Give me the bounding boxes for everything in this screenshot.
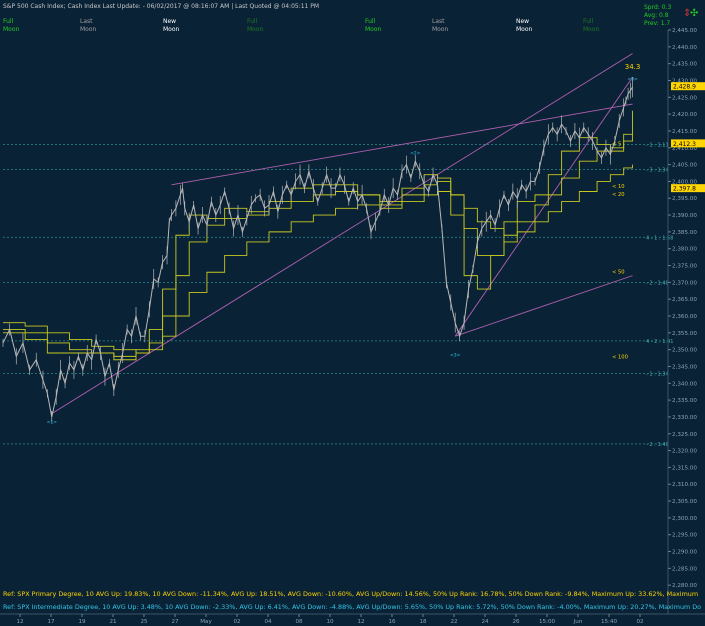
price-tag-label: 2,428.9 — [673, 84, 696, 91]
y-tick-label: 2,325.00 — [672, 432, 697, 438]
x-tick-label: 21 — [109, 619, 117, 625]
x-tick-label: 19 — [78, 619, 86, 625]
pivot-label: - 3 : 1:34 — [646, 168, 669, 174]
x-tick-label: 10 — [326, 619, 334, 625]
moving-average-line — [3, 164, 633, 354]
ma-label: < 100 — [612, 355, 628, 361]
y-tick-label: 2,380.00 — [672, 247, 697, 253]
y-tick-label: 2,440.00 — [672, 45, 697, 51]
x-tick-label: 15:40 — [601, 619, 618, 625]
y-tick-label: 2,315.00 — [672, 465, 697, 471]
x-tick-label: 27 — [171, 619, 179, 625]
y-tick-label: 2,300.00 — [672, 516, 697, 522]
y-tick-label: 2,285.00 — [672, 566, 697, 572]
pivot-lines: - 1 : 1:11 - 3 : 1:34 4 - 1 : 1:58 - 2 : 1:… — [3, 142, 673, 448]
ma-label: < 50 — [612, 270, 625, 276]
wave-marks: <1> <2> <3> <3> 34.3 < 5 < 10 < 20 < 50 < 100 — [47, 63, 641, 426]
x-tick-label: 18 — [419, 619, 427, 625]
x-tick-label: 02 — [233, 619, 240, 625]
y-tick-label: 2,350.00 — [672, 348, 697, 354]
price-tag-label: 2,397.8 — [673, 186, 696, 193]
y-tick-label: 2,355.00 — [672, 331, 697, 337]
pivot-label: 4 - 2 : 1:41 — [646, 339, 673, 345]
y-tick-label: 2,405.00 — [672, 163, 697, 169]
x-tick-label: Jun — [573, 619, 583, 625]
price-series — [2, 77, 633, 423]
chart-plot: - 1 : 1:11 - 3 : 1:34 4 - 1 : 1:58 - 2 : 1:… — [0, 28, 705, 625]
y-tick-label: 2,335.00 — [672, 398, 697, 404]
moving-average-line — [3, 110, 633, 361]
y-tick-label: 2,290.00 — [672, 550, 697, 556]
y-tick-label: 2,320.00 — [672, 449, 697, 455]
wave-mark: <1> — [47, 420, 58, 426]
channel-line — [454, 76, 633, 337]
y-tick-label: 2,330.00 — [672, 415, 697, 421]
y-tick-label: 2,425.00 — [672, 95, 697, 101]
channel-lines — [51, 53, 633, 414]
y-tick-label: 2,360.00 — [672, 314, 697, 320]
pivot-label: 4 - 1 : 1:58 — [646, 235, 673, 241]
y-tick-label: 2,385.00 — [672, 230, 697, 236]
ma-label: < 10 — [612, 184, 625, 190]
pivot-label: - 2 : 1:48 — [646, 442, 669, 448]
ref-primary-degree: Ref: SPX Primary Degree, 10 AVG Up: 19.8… — [3, 590, 699, 598]
chart-window: { "header": { "title": "S&P 500 Cash Ind… — [0, 0, 705, 626]
y-tick-label: 2,280.00 — [672, 583, 697, 589]
y-tick-label: 2,435.00 — [672, 62, 697, 68]
y-tick-label: 2,445.00 — [672, 28, 697, 34]
moving-average-line — [3, 134, 633, 357]
y-tick-label: 2,345.00 — [672, 364, 697, 370]
x-tick-label: 25 — [140, 619, 148, 625]
price-line — [2, 86, 633, 418]
ma-label: < 20 — [612, 192, 625, 198]
channel-line — [51, 53, 633, 414]
x-tick-label: 08 — [295, 619, 303, 625]
y-tick-label: 2,370.00 — [672, 280, 697, 286]
ref-intermediate-degree: Ref: SPX Intermediate Degree, 10 AVG Up:… — [3, 603, 702, 611]
x-tick-label: 15:00 — [539, 619, 556, 625]
pivot-label: - 2 : 1:48 — [646, 280, 669, 286]
x-tick-label: 02 — [636, 619, 643, 625]
y-tick-label: 2,365.00 — [672, 297, 697, 303]
x-tick-label: 12 — [16, 619, 23, 625]
wave-mark: <2> — [410, 150, 421, 156]
price-tag-label: 2,412.3 — [673, 141, 696, 148]
moving-averages — [3, 110, 633, 361]
x-tick-label: 12 — [357, 619, 364, 625]
y-tick-label: 2,340.00 — [672, 381, 697, 387]
x-tick-label: 26 — [512, 619, 520, 625]
pivot-label: - 1 : 1:11 — [646, 142, 669, 148]
axes: 2,445.002,440.002,435.002,430.002,425.00… — [0, 28, 705, 625]
x-tick-label: 16 — [388, 619, 396, 625]
y-tick-label: 2,395.00 — [672, 196, 697, 202]
x-tick-label: 22 — [450, 619, 457, 625]
pivot-label: - 1 : 1:34 — [646, 372, 669, 378]
x-tick-label: 04 — [264, 619, 272, 625]
wave-mark: <3> — [627, 76, 638, 82]
x-tick-label: 17 — [47, 619, 55, 625]
y-tick-label: 2,415.00 — [672, 129, 697, 135]
ma-label: < 5 — [612, 141, 621, 147]
channel-line — [455, 275, 633, 337]
x-tick-label: May — [200, 619, 212, 625]
y-tick-label: 2,420.00 — [672, 112, 697, 118]
y-tick-label: 2,310.00 — [672, 482, 697, 488]
x-tick-label: 24 — [481, 619, 489, 625]
y-tick-label: 2,305.00 — [672, 499, 697, 505]
wave-mark: <3> — [450, 352, 461, 358]
y-tick-label: 2,375.00 — [672, 264, 697, 270]
price-annotation: 34.3 — [625, 63, 641, 71]
y-tick-label: 2,295.00 — [672, 533, 697, 539]
y-tick-label: 2,390.00 — [672, 213, 697, 219]
